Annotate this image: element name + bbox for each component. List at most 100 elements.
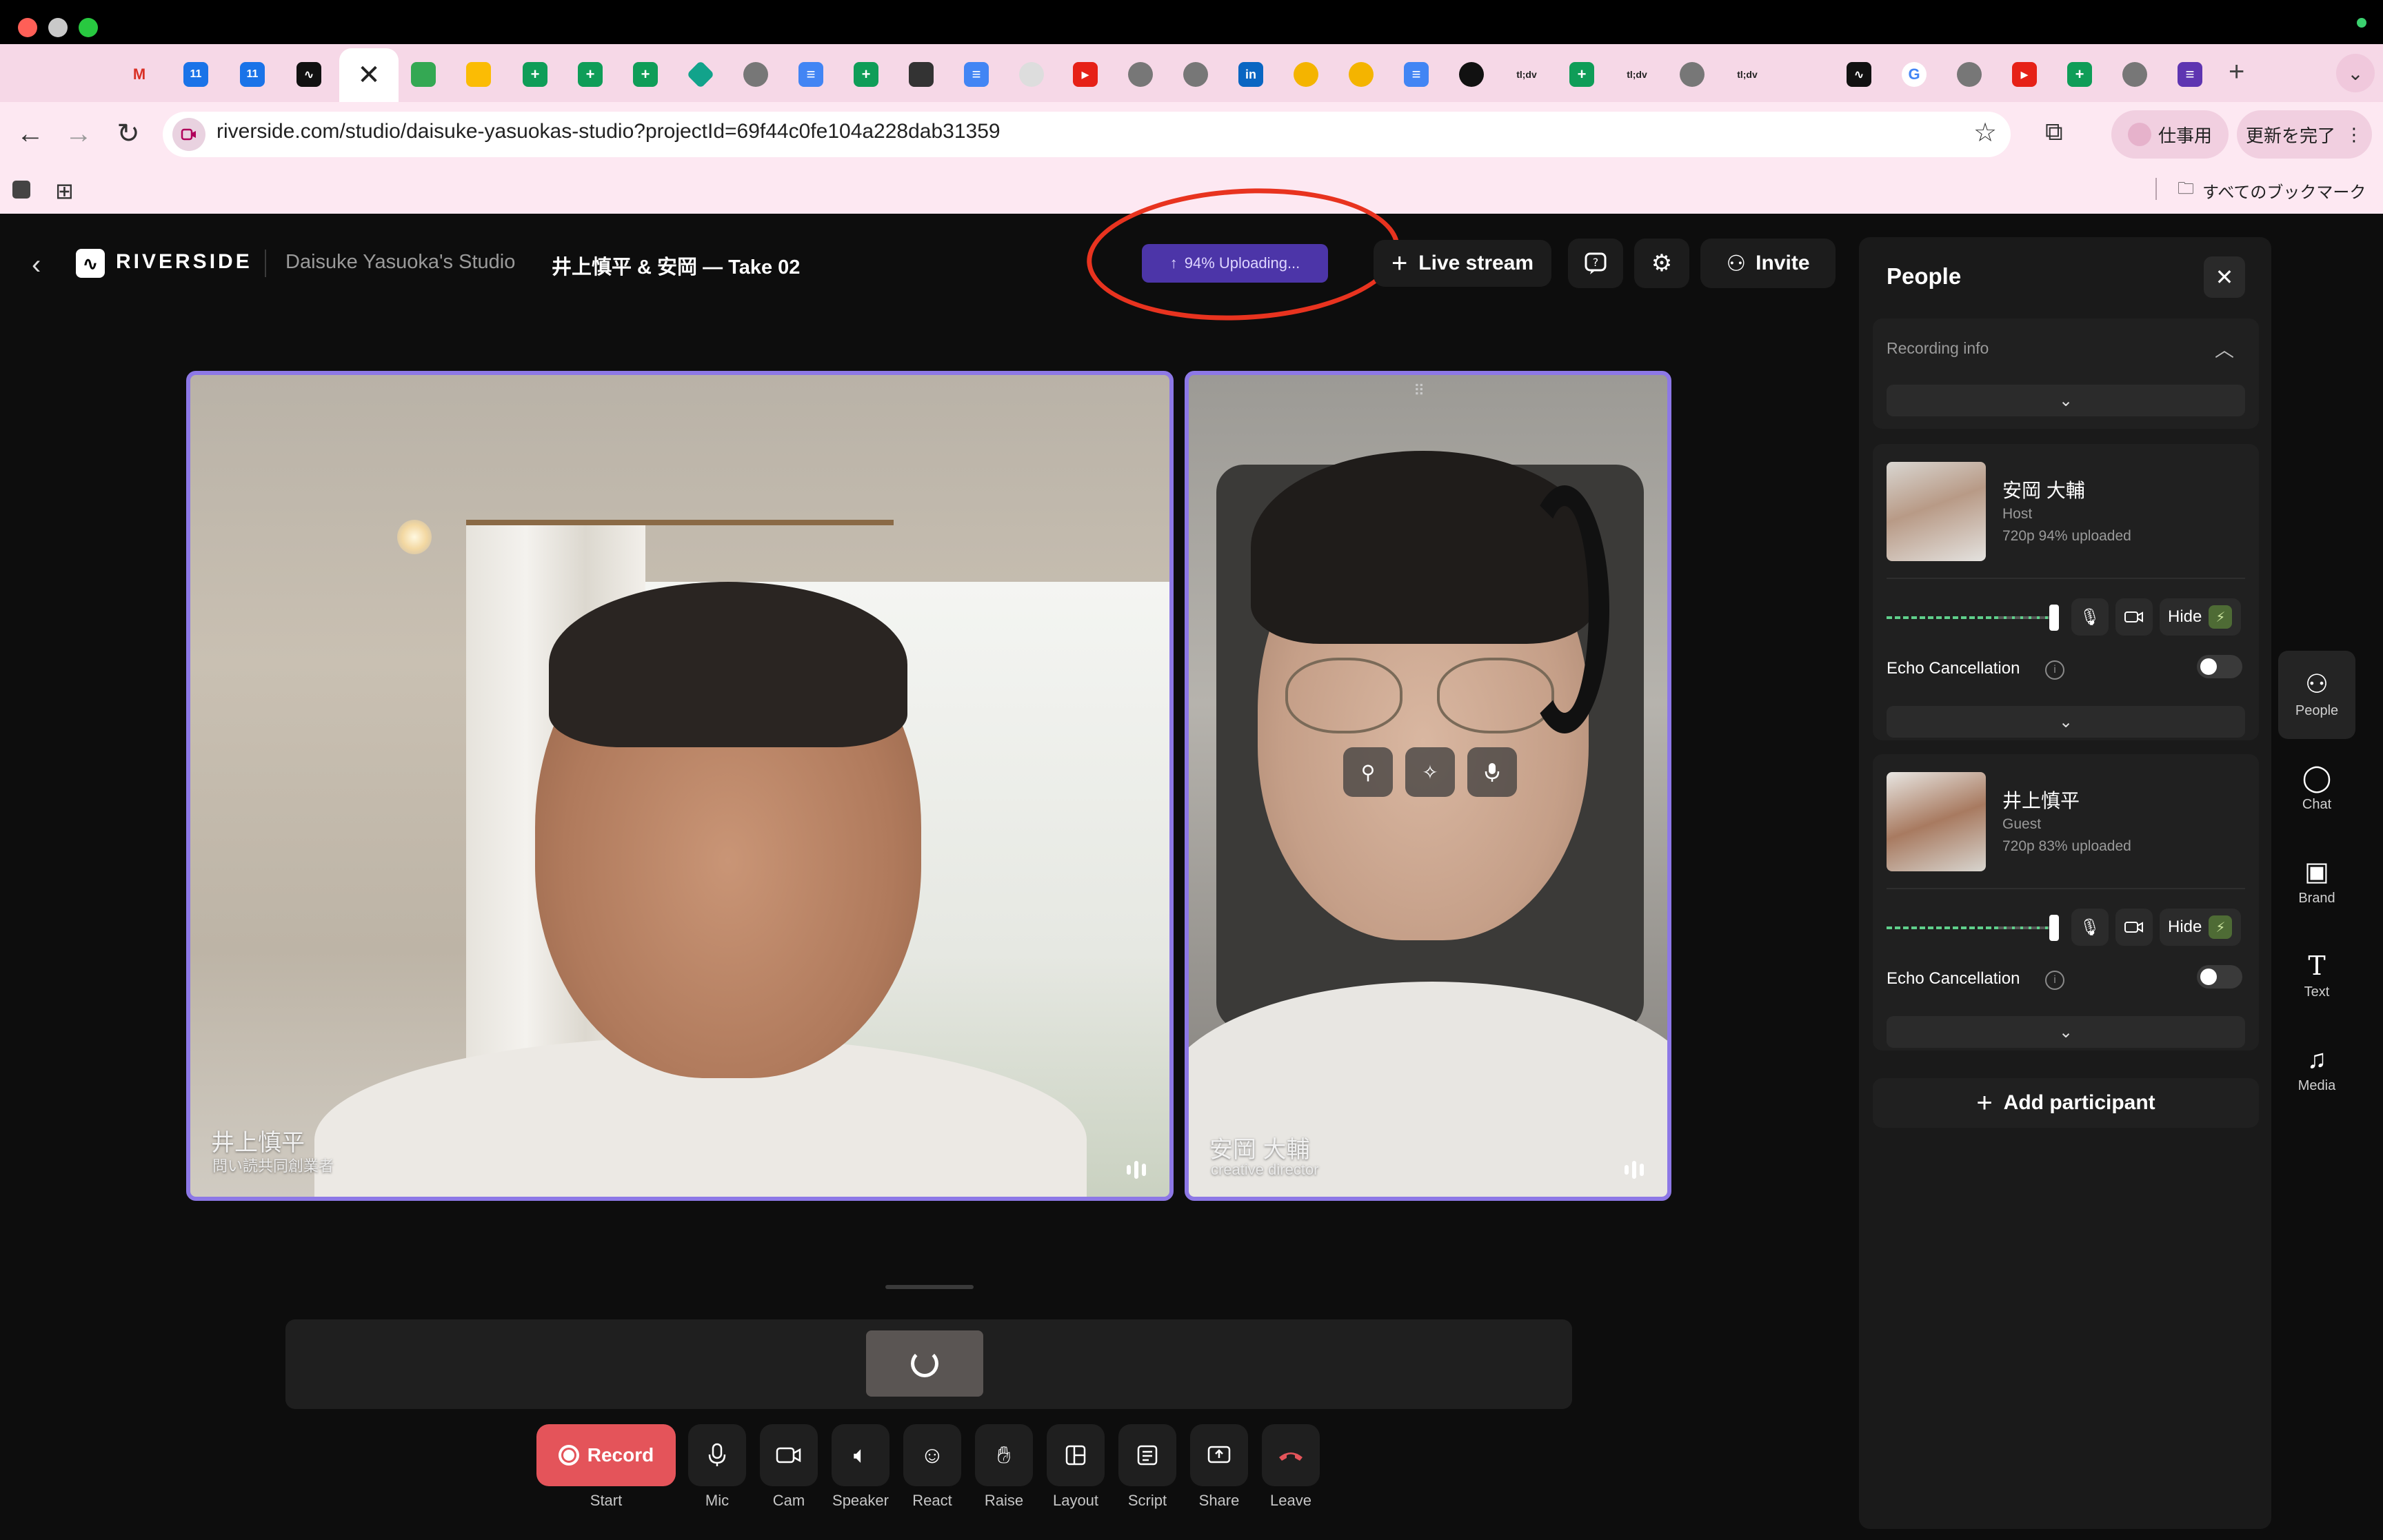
recording-info-dropdown[interactable]: ⌄ xyxy=(1887,385,2245,416)
avatar-tab-icon-2[interactable] xyxy=(1349,62,1374,87)
video-tile-guest[interactable]: 井上慎平 問い読共同創業者 xyxy=(186,371,1174,1201)
rail-people[interactable]: ⚇ People xyxy=(2278,651,2355,739)
new-tab-button[interactable]: + xyxy=(2229,57,2244,88)
layout-button[interactable] xyxy=(1047,1424,1105,1486)
globe-tab-icon-4[interactable] xyxy=(1680,62,1705,87)
meet-tab-icon-2[interactable] xyxy=(466,62,491,87)
cam-button[interactable] xyxy=(760,1424,818,1486)
add-participant-button[interactable]: + Add participant xyxy=(1873,1078,2259,1128)
bookmark-star-icon[interactable]: ☆ xyxy=(1973,117,1997,148)
info-icon[interactable]: i xyxy=(2045,971,2064,990)
sheets-tab-icon-3[interactable]: + xyxy=(633,62,658,87)
participant-options-dropdown[interactable]: ⌄ xyxy=(1887,706,2245,738)
participant-options-dropdown[interactable]: ⌄ xyxy=(1887,1016,2245,1048)
all-bookmarks-button[interactable]: 🗀 すべてのブックマーク xyxy=(2178,176,2366,205)
riverside-tab-icon[interactable]: ∿ xyxy=(296,62,321,87)
docs-tab-icon[interactable]: ≡ xyxy=(798,62,823,87)
upload-status-chip[interactable]: ↑ 94% Uploading... xyxy=(1142,244,1328,283)
script-button[interactable] xyxy=(1118,1424,1176,1486)
tldv-tab-icon[interactable]: tl;dv xyxy=(1514,62,1539,87)
tldv-tab-icon-2[interactable]: tl;dv xyxy=(1625,62,1649,87)
sheets-tab-icon-4[interactable]: + xyxy=(854,62,878,87)
react-button[interactable]: ☺ xyxy=(903,1424,961,1486)
close-window-button[interactable] xyxy=(18,18,37,37)
participant-mic-button[interactable]: 🎙︎ xyxy=(2071,598,2109,636)
google-tab-icon-2[interactable]: G xyxy=(1902,62,1927,87)
hide-participant-button[interactable]: Hide ⚡︎ xyxy=(2160,909,2241,946)
resize-handle[interactable] xyxy=(885,1285,974,1289)
docs-tab-icon-2[interactable]: ≡ xyxy=(964,62,989,87)
sheets-tab-icon-6[interactable]: + xyxy=(2067,62,2092,87)
active-tab-riverside[interactable]: ✕ xyxy=(339,48,399,102)
globe-tab-icon-2[interactable] xyxy=(1128,62,1153,87)
pin-button[interactable]: ⚲ xyxy=(1343,747,1393,797)
hide-participant-button[interactable]: Hide ⚡︎ xyxy=(2160,598,2241,636)
rail-text[interactable]: T Text xyxy=(2278,932,2355,1020)
profile-button[interactable]: 仕事用 xyxy=(2111,110,2229,159)
rail-media[interactable]: ♫ Media xyxy=(2278,1026,2355,1114)
raise-hand-button[interactable]: ✋︎ xyxy=(975,1424,1033,1486)
settings-button[interactable]: ⚙ xyxy=(1634,239,1689,288)
globe-tab-icon-6[interactable] xyxy=(2122,62,2147,87)
docs-tab-icon-3[interactable]: ≡ xyxy=(1404,62,1429,87)
update-button[interactable]: 更新を完了 ⋮ xyxy=(2237,110,2372,159)
youtube-tab-icon[interactable]: ▸ xyxy=(1073,62,1098,87)
meet-tab-icon[interactable] xyxy=(411,62,436,87)
invite-button[interactable]: ⚇ Invite xyxy=(1700,239,1836,288)
participant-cam-button[interactable] xyxy=(2115,909,2153,946)
echo-cancellation-toggle[interactable] xyxy=(2197,965,2242,989)
zoom-window-button[interactable] xyxy=(79,18,98,37)
sidebar-toggle-icon[interactable] xyxy=(12,181,30,199)
extensions-puzzle-icon[interactable]: ⧉ xyxy=(2045,117,2063,147)
avatar-tab-icon[interactable] xyxy=(1294,62,1318,87)
participant-mic-button[interactable]: 🎙︎ xyxy=(2071,909,2109,946)
effects-button[interactable]: ✧ xyxy=(1405,747,1455,797)
rail-chat[interactable]: ◯ Chat xyxy=(2278,744,2355,833)
linkedin-tab-icon[interactable]: in xyxy=(1238,62,1263,87)
video-tile-host[interactable]: ⠿ ⚲ ✧ 安岡 大輔 creative director xyxy=(1185,371,1671,1201)
back-chevron-icon[interactable]: ‹ xyxy=(32,250,41,281)
forms-tab-icon[interactable]: ≡ xyxy=(2178,62,2202,87)
record-button[interactable]: Record xyxy=(536,1424,676,1486)
reload-icon[interactable]: ↻ xyxy=(109,114,148,153)
globe-tab-icon[interactable] xyxy=(743,62,768,87)
leave-button[interactable] xyxy=(1262,1424,1320,1486)
sheets-tab-icon[interactable]: + xyxy=(523,62,547,87)
google-tab-icon[interactable] xyxy=(1019,62,1044,87)
share-button[interactable] xyxy=(1190,1424,1248,1486)
mic-button[interactable] xyxy=(688,1424,746,1486)
github-tab-icon[interactable] xyxy=(1459,62,1484,87)
chevron-up-icon[interactable]: ︿ xyxy=(2215,335,2234,363)
take-name[interactable]: 井上慎平 & 安岡 — Take 02 xyxy=(552,251,800,280)
riverside-tab-icon-2[interactable]: ∿ xyxy=(1847,62,1871,87)
sheets-tab-icon-2[interactable]: + xyxy=(578,62,603,87)
calendar-tab-icon-2[interactable]: 11 xyxy=(240,62,265,87)
globe-tab-icon-5[interactable] xyxy=(1957,62,1982,87)
volume-slider-handle[interactable] xyxy=(2049,915,2059,941)
tab-search-dropdown-icon[interactable]: ⌄ xyxy=(2336,54,2375,92)
forward-arrow-icon[interactable]: → xyxy=(59,114,98,153)
live-stream-button[interactable]: + Live stream xyxy=(1374,240,1551,287)
calendar-tab-icon[interactable]: 11 xyxy=(183,62,208,87)
rail-brand[interactable]: ▣ Brand xyxy=(2278,838,2355,926)
youtube-tab-icon-2[interactable]: ▸ xyxy=(2012,62,2037,87)
back-arrow-icon[interactable]: ← xyxy=(11,114,50,153)
gmail-tab-icon[interactable]: M xyxy=(127,62,152,87)
echo-cancellation-toggle[interactable] xyxy=(2197,655,2242,678)
github-alt-tab-icon[interactable] xyxy=(909,62,934,87)
participant-cam-button[interactable] xyxy=(2115,598,2153,636)
apps-grid-icon[interactable]: ⊞ xyxy=(55,178,74,204)
speaker-button[interactable]: 🔈︎ xyxy=(832,1424,889,1486)
globe-tab-icon-3[interactable] xyxy=(1183,62,1208,87)
volume-slider-handle[interactable] xyxy=(2049,605,2059,631)
tab-close-icon[interactable]: ✕ xyxy=(357,59,381,91)
help-chat-button[interactable]: ? xyxy=(1568,239,1623,288)
minimize-window-button[interactable] xyxy=(48,18,68,37)
close-panel-button[interactable]: ✕ xyxy=(2204,256,2245,298)
url-text[interactable]: riverside.com/studio/daisuke-yasuokas-st… xyxy=(217,120,1001,143)
site-info-icon[interactable] xyxy=(172,118,205,151)
info-icon[interactable]: i xyxy=(2045,660,2064,680)
tile-mic-button[interactable] xyxy=(1467,747,1517,797)
tldv-tab-icon-3[interactable]: tl;dv xyxy=(1735,62,1760,87)
sheets-tab-icon-5[interactable]: + xyxy=(1569,62,1594,87)
